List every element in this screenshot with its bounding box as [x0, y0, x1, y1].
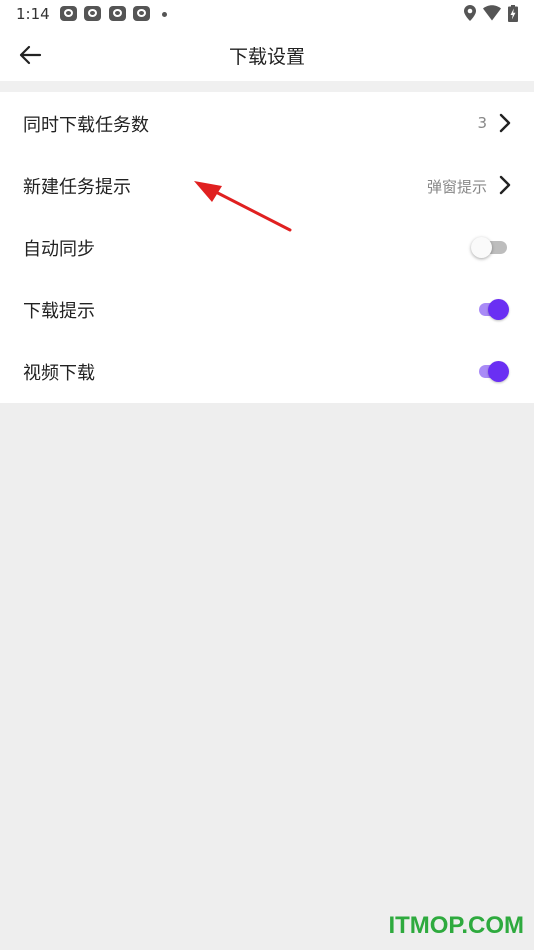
- setting-value: 弹窗提示: [426, 178, 487, 196]
- location-icon: [464, 5, 476, 21]
- settings-list: 同时下载任务数 3 新建任务提示 弹窗提示 自动同步 下载提示 视频下载: [0, 92, 534, 403]
- setting-label: 同时下载任务数: [23, 115, 149, 136]
- setting-value: 3: [477, 114, 487, 132]
- setting-concurrent-downloads[interactable]: 同时下载任务数 3: [0, 92, 534, 154]
- download-notice-toggle[interactable]: [471, 299, 509, 320]
- annotation-arrow-icon: [194, 181, 292, 232]
- toggle-knob: [488, 361, 509, 382]
- more-notifications-dot-icon: [162, 12, 167, 17]
- auto-sync-toggle[interactable]: [471, 237, 509, 258]
- setting-label: 新建任务提示: [23, 177, 131, 198]
- setting-video-download: 视频下载: [0, 340, 534, 402]
- app-notification-icon: [109, 6, 126, 21]
- wifi-icon: [483, 5, 501, 21]
- setting-label: 下载提示: [23, 301, 95, 322]
- setting-label: 自动同步: [23, 239, 95, 260]
- watermark: ITMOP.COM: [388, 912, 524, 939]
- chevron-right-icon: [499, 175, 511, 195]
- toggle-knob: [488, 299, 509, 320]
- toggle-knob: [471, 237, 492, 258]
- setting-label: 视频下载: [23, 363, 95, 384]
- app-bar: 下载设置: [0, 28, 534, 81]
- chevron-right-icon: [499, 113, 511, 133]
- setting-download-notice: 下载提示: [0, 278, 534, 340]
- app-notification-icon: [84, 6, 101, 21]
- section-divider: [0, 81, 534, 92]
- app-notification-icon: [133, 6, 150, 21]
- page-title: 下载设置: [228, 46, 305, 68]
- video-download-toggle[interactable]: [471, 361, 509, 382]
- app-notification-icon: [60, 6, 77, 21]
- status-bar: 1:14: [0, 0, 534, 28]
- battery-charging-icon: [508, 5, 518, 22]
- status-time: 1:14: [16, 5, 50, 23]
